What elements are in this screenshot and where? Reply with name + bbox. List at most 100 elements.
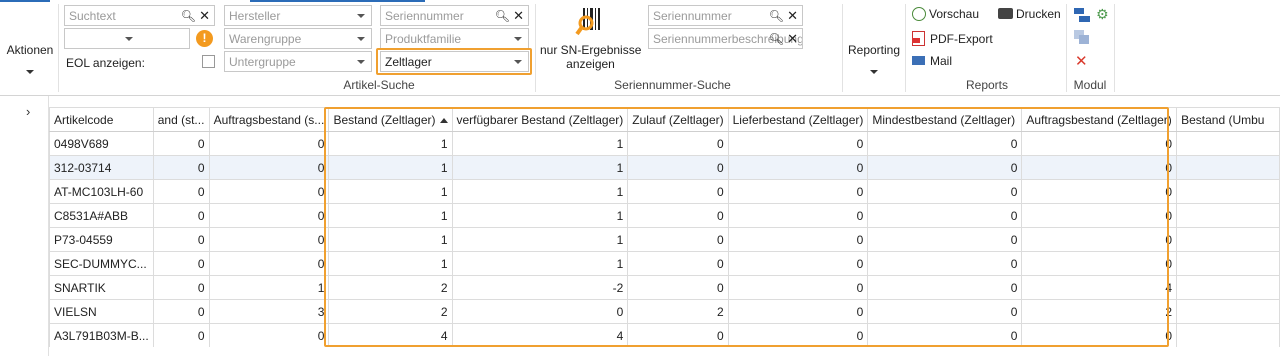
chevron-down-icon bbox=[357, 60, 365, 64]
gear-icon[interactable]: ⚙ bbox=[1096, 6, 1109, 23]
tab-indicator bbox=[0, 0, 50, 2]
table-cell[interactable]: 1 bbox=[208, 275, 330, 300]
column-header[interactable]: Artikelcode bbox=[49, 107, 154, 132]
sn-beschreibung-field[interactable]: Seriennummerbeschreibung 🔍︎ ✕ bbox=[648, 28, 803, 49]
table-cell[interactable]: 0 bbox=[152, 251, 210, 276]
printer-icon bbox=[998, 8, 1013, 19]
mail-button[interactable]: Mail bbox=[912, 54, 952, 68]
warengruppe-dropdown[interactable]: Warengruppe bbox=[224, 28, 372, 49]
table-cell[interactable]: 0 bbox=[208, 179, 330, 204]
eol-checkbox[interactable] bbox=[202, 55, 215, 68]
table-cell[interactable] bbox=[1176, 299, 1280, 324]
chevron-down-icon bbox=[514, 37, 522, 41]
close-icon[interactable]: ✕ bbox=[787, 31, 798, 47]
close-icon[interactable]: ✕ bbox=[787, 8, 798, 24]
pdf-export-button[interactable]: PDF-Export bbox=[912, 31, 993, 46]
untergruppe-dropdown[interactable]: Untergruppe bbox=[224, 51, 372, 72]
vorschau-label: Vorschau bbox=[929, 7, 980, 21]
table-cell[interactable] bbox=[1176, 131, 1280, 156]
module-window-icon[interactable] bbox=[1074, 30, 1090, 44]
table-cell[interactable] bbox=[1176, 155, 1280, 180]
search-icon[interactable]: 🔍︎ bbox=[769, 32, 784, 46]
artikelcode-cell[interactable]: AT-MC103LH-60 bbox=[49, 179, 154, 204]
lager-highlight bbox=[376, 48, 532, 75]
aktionen-label: Aktionen bbox=[6, 43, 54, 57]
chevron-down-icon bbox=[4, 63, 56, 77]
suchtext-placeholder: Suchtext bbox=[69, 9, 116, 23]
navigation-collapse-panel: › bbox=[0, 96, 49, 356]
chevron-right-icon[interactable]: › bbox=[26, 104, 30, 119]
module-layout-icon[interactable] bbox=[1074, 8, 1090, 22]
suchtext-field[interactable]: Suchtext 🔍︎ ✕ bbox=[64, 5, 215, 26]
artikelcode-cell[interactable]: P73-04559 bbox=[49, 227, 154, 252]
search-icon[interactable]: 🔍︎ bbox=[769, 9, 784, 23]
search-icon[interactable]: 🔍︎ bbox=[495, 9, 510, 23]
table-cell[interactable]: 0 bbox=[152, 275, 210, 300]
column-header[interactable]: and (st... bbox=[152, 107, 210, 132]
close-icon[interactable]: ✕ bbox=[1075, 52, 1088, 70]
table-cell[interactable]: 0 bbox=[152, 131, 210, 156]
table-cell[interactable] bbox=[1176, 203, 1280, 228]
table-cell[interactable]: 0 bbox=[152, 155, 210, 180]
nur-sn-ergebnisse-button[interactable]: nur SN-Ergebnisse anzeigen bbox=[540, 5, 641, 71]
table-cell[interactable] bbox=[1176, 227, 1280, 252]
chevron-down-icon bbox=[846, 63, 902, 77]
pdf-export-label: PDF-Export bbox=[930, 32, 993, 46]
sn-seriennummer-field[interactable]: Seriennummer 🔍︎ ✕ bbox=[648, 5, 803, 26]
artikelcode-cell[interactable]: SEC-DUMMYC... bbox=[49, 251, 154, 276]
produktfamilie-dropdown[interactable]: Produktfamilie bbox=[380, 28, 529, 49]
mail-label: Mail bbox=[930, 54, 953, 68]
artikelcode-cell[interactable]: C8531A#ABB bbox=[49, 203, 154, 228]
info-icon[interactable]: ! bbox=[196, 30, 213, 47]
table-cell[interactable] bbox=[1176, 251, 1280, 276]
close-icon[interactable]: ✕ bbox=[513, 8, 524, 24]
table-cell[interactable]: 0 bbox=[152, 227, 210, 252]
table-cell[interactable]: 3 bbox=[208, 299, 330, 324]
table-cell[interactable]: 0 bbox=[152, 299, 210, 324]
group-label-artikel-suche: Artikel-Suche bbox=[343, 78, 415, 92]
table-cell[interactable]: 0 bbox=[152, 179, 210, 204]
artikelcode-cell[interactable]: A3L791B03M-B... bbox=[49, 323, 154, 347]
drucken-button[interactable]: Drucken bbox=[998, 7, 1061, 21]
separator bbox=[905, 4, 906, 92]
pdf-icon bbox=[912, 31, 925, 46]
group-label-modul: Modul bbox=[1073, 78, 1107, 92]
close-icon[interactable]: ✕ bbox=[199, 8, 210, 24]
group-label-sn-suche: Seriennummer-Suche bbox=[614, 78, 731, 92]
eol-dropdown[interactable] bbox=[64, 28, 190, 49]
seriennummer-field[interactable]: Seriennummer 🔍︎ ✕ bbox=[380, 5, 529, 26]
artikelcode-cell[interactable]: SNARTIK bbox=[49, 275, 154, 300]
table-cell[interactable]: 0 bbox=[208, 203, 330, 228]
vorschau-button[interactable]: Vorschau bbox=[912, 7, 979, 21]
column-header[interactable]: Auftragsbestand (s... bbox=[208, 107, 330, 132]
table-cell[interactable]: 0 bbox=[152, 323, 210, 347]
table-cell[interactable] bbox=[1176, 179, 1280, 204]
sn-button-label-line1: nur SN-Ergebnisse bbox=[540, 43, 642, 57]
table-cell[interactable]: 0 bbox=[208, 251, 330, 276]
aktionen-button[interactable]: Aktionen bbox=[4, 43, 56, 77]
reporting-label: Reporting bbox=[847, 43, 901, 57]
search-icon[interactable]: 🔍︎ bbox=[181, 9, 196, 23]
reporting-button[interactable]: Reporting bbox=[846, 43, 902, 77]
table-cell[interactable] bbox=[1176, 323, 1280, 347]
seriennummer-placeholder: Seriennummer bbox=[385, 9, 464, 23]
table-cell[interactable] bbox=[1176, 275, 1280, 300]
artikelcode-cell[interactable]: VIELSN bbox=[49, 299, 154, 324]
table-cell[interactable]: 0 bbox=[208, 131, 330, 156]
column-header[interactable]: Bestand (Umbu bbox=[1176, 107, 1280, 132]
warengruppe-placeholder: Warengruppe bbox=[229, 32, 302, 46]
artikelcode-cell[interactable]: 0498V689 bbox=[49, 131, 154, 156]
separator bbox=[1114, 4, 1115, 92]
mail-icon bbox=[912, 56, 925, 65]
artikelcode-cell[interactable]: 312-03714 bbox=[49, 155, 154, 180]
hersteller-dropdown[interactable]: Hersteller bbox=[224, 5, 372, 26]
zeltlager-columns-highlight bbox=[324, 107, 1169, 347]
table-cell[interactable]: 0 bbox=[152, 203, 210, 228]
table-cell[interactable]: 0 bbox=[208, 155, 330, 180]
ribbon: Aktionen Suchtext 🔍︎ ✕ ! EOL anzeigen: H… bbox=[0, 0, 1280, 96]
chevron-down-icon bbox=[357, 14, 365, 18]
table-cell[interactable]: 0 bbox=[208, 227, 330, 252]
table-cell[interactable]: 0 bbox=[208, 323, 330, 347]
separator bbox=[58, 4, 59, 92]
sn-seriennummer-placeholder: Seriennummer bbox=[653, 9, 732, 23]
